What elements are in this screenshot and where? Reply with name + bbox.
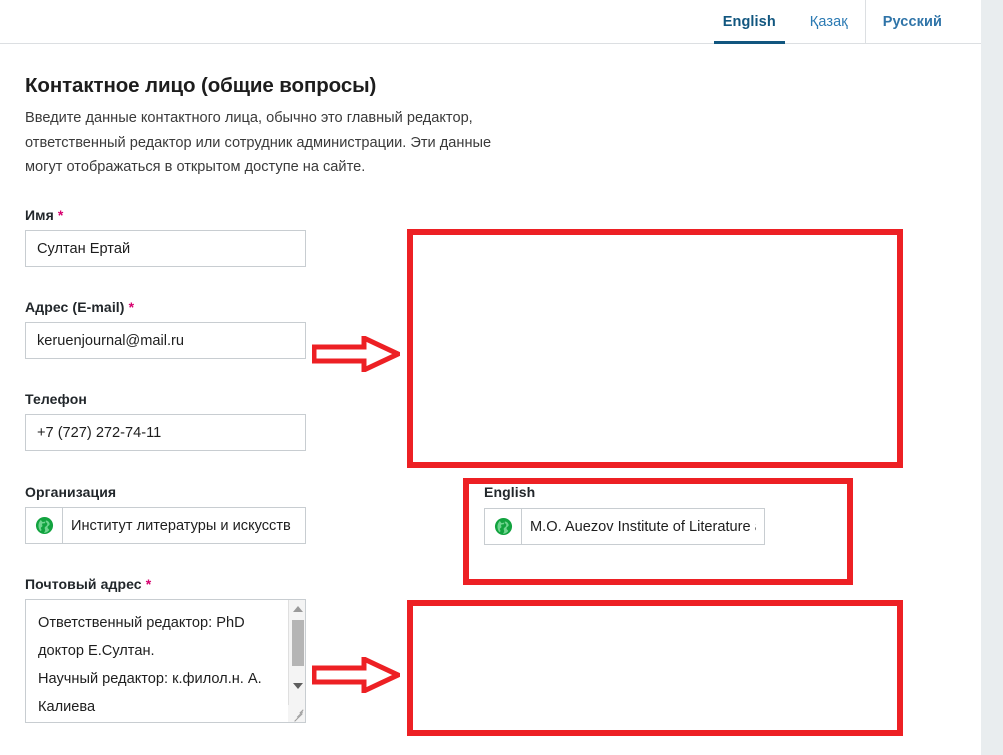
- english-organization-section: English: [484, 484, 765, 545]
- field-name: Имя *: [25, 207, 306, 267]
- field-organization-label-text: Организация: [25, 484, 117, 500]
- name-input[interactable]: [25, 230, 306, 267]
- field-postal-address: Почтовый адрес * Ответственный редактор:…: [25, 576, 306, 723]
- postal-address-value: Ответственный редактор: PhD доктор Е.Сул…: [38, 615, 262, 715]
- field-name-label-text: Имя: [25, 207, 54, 223]
- tab-russian-label: Русский: [882, 14, 942, 30]
- organization-input-group: [25, 507, 306, 544]
- tab-english[interactable]: English: [706, 0, 793, 44]
- field-name-label: Имя *: [25, 207, 306, 223]
- tab-kazakh[interactable]: Қазақ: [793, 0, 865, 44]
- field-postal-address-required: *: [145, 576, 152, 592]
- postal-address-textarea[interactable]: Ответственный редактор: PhD доктор Е.Сул…: [25, 599, 306, 723]
- tab-kazakh-label: Қазақ: [809, 14, 848, 30]
- field-email-label-text: Адрес (E-mail): [25, 299, 125, 315]
- scroll-up-arrow-icon[interactable]: [289, 600, 305, 617]
- form-content: Контактное лицо (общие вопросы) Введите …: [0, 44, 981, 755]
- field-email-label: Адрес (E-mail) *: [25, 299, 306, 315]
- field-email: Адрес (E-mail) *: [25, 299, 306, 359]
- textarea-resize-handle[interactable]: [288, 705, 305, 722]
- english-organization-input[interactable]: [521, 508, 765, 545]
- postal-address-scrollbar[interactable]: [288, 600, 305, 722]
- field-organization-label: Организация: [25, 484, 306, 500]
- language-tabs: English Қазақ Русский: [706, 0, 959, 44]
- field-postal-address-label-text: Почтовый адрес: [25, 576, 142, 592]
- field-phone-label-text: Телефон: [25, 391, 87, 407]
- email-input[interactable]: [25, 322, 306, 359]
- field-postal-address-label: Почтовый адрес *: [25, 576, 306, 592]
- globe-icon[interactable]: [25, 507, 62, 544]
- scrollbar-thumb[interactable]: [292, 620, 304, 666]
- page-title: Контактное лицо (общие вопросы): [25, 74, 377, 97]
- page-root: English Қазақ Русский Контактное лицо (о…: [0, 0, 1003, 755]
- tab-russian[interactable]: Русский: [866, 0, 959, 44]
- field-phone: Телефон: [25, 391, 306, 451]
- page-scrollbar-gutter[interactable]: [981, 0, 1003, 755]
- organization-input[interactable]: [62, 507, 306, 544]
- field-email-required: *: [128, 299, 135, 315]
- scroll-down-arrow-icon[interactable]: [289, 677, 305, 694]
- field-phone-label: Телефон: [25, 391, 306, 407]
- page-description: Введите данные контактного лица, обычно …: [25, 110, 492, 175]
- globe-icon[interactable]: [484, 508, 521, 545]
- tab-english-label: English: [722, 14, 776, 30]
- english-section-label: English: [484, 484, 536, 500]
- english-organization-input-group: [484, 508, 765, 545]
- language-tabbar: English Қазақ Русский: [0, 0, 981, 44]
- phone-input[interactable]: [25, 414, 306, 451]
- field-organization: Организация: [25, 484, 306, 544]
- field-name-required: *: [57, 207, 64, 223]
